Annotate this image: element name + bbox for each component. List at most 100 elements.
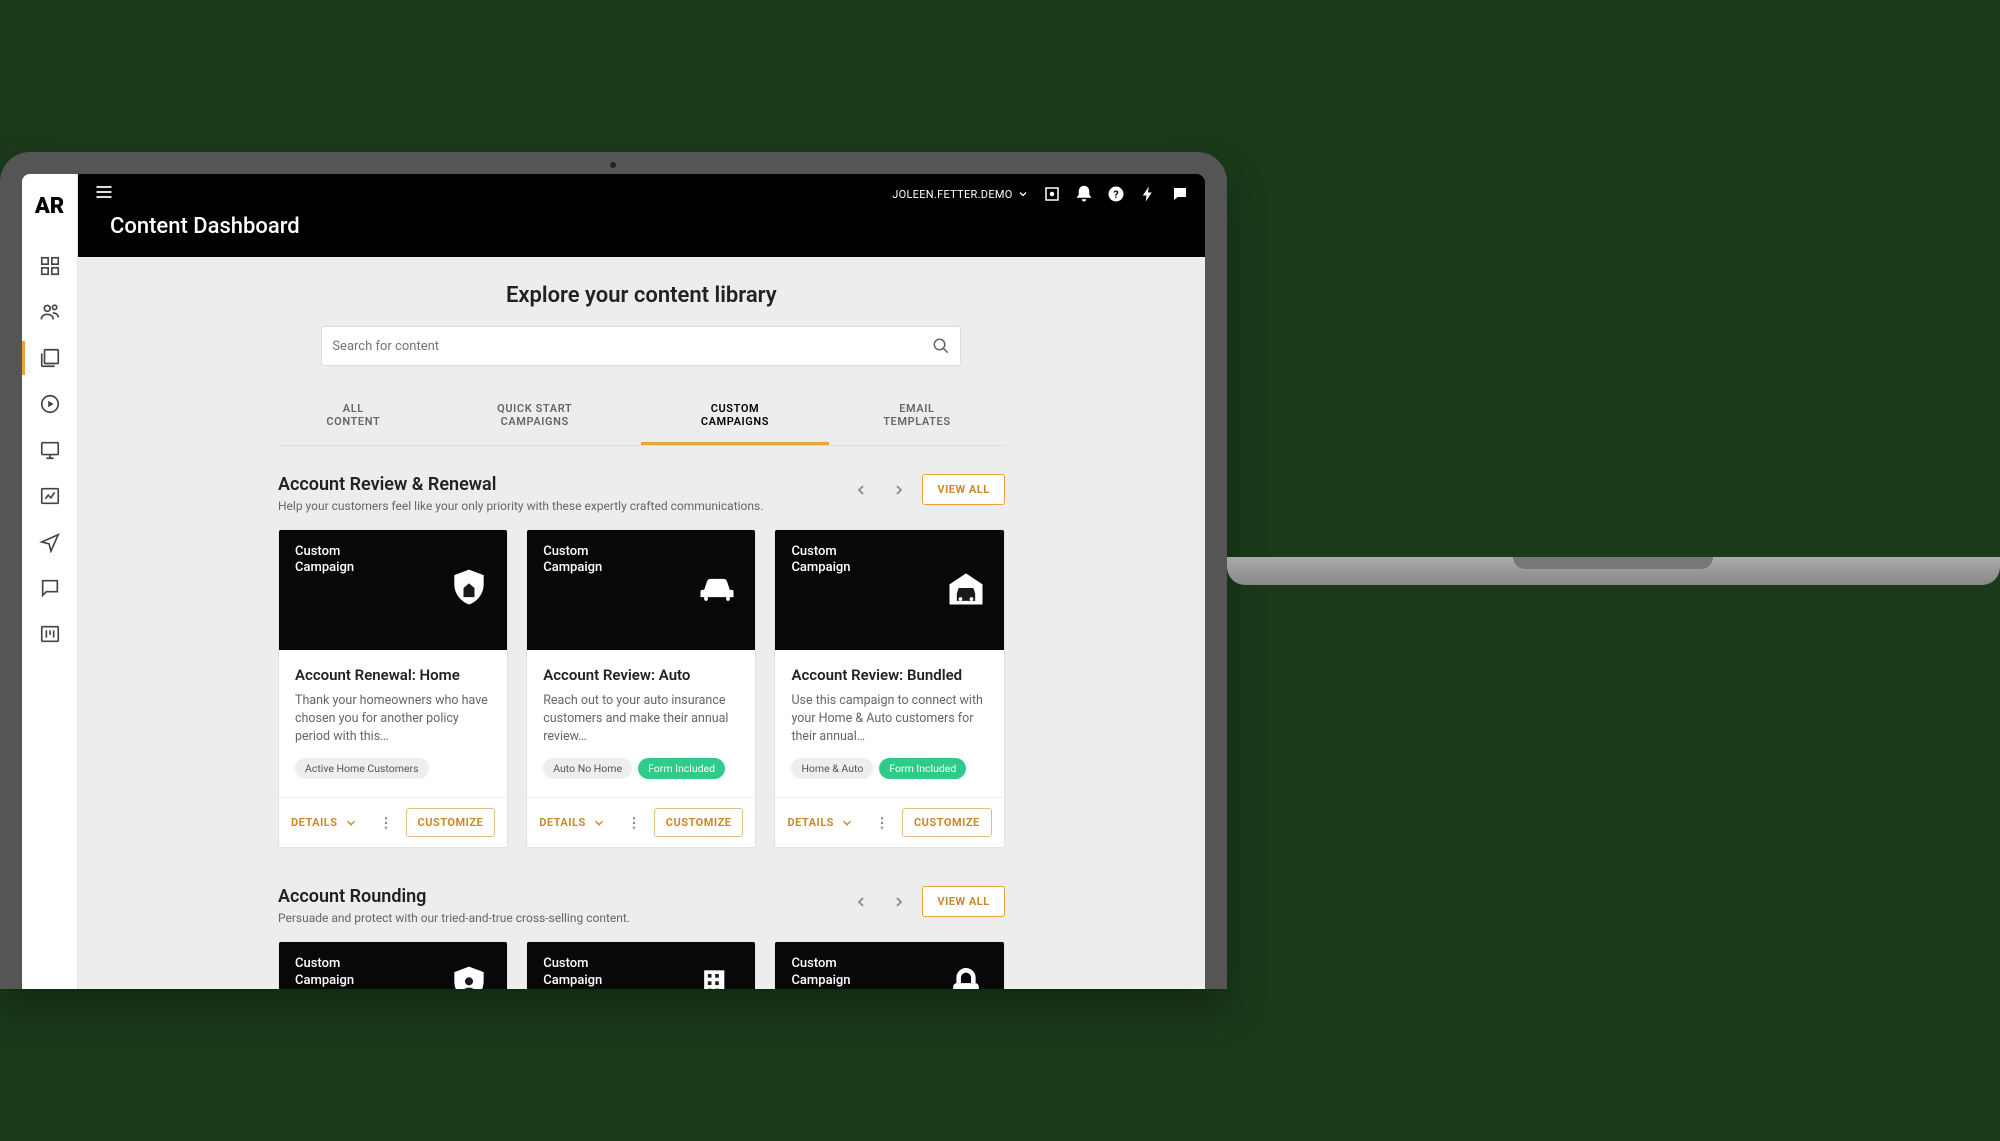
- campaign-card: Custom Campaign Account Review: Auto Rea…: [526, 529, 756, 848]
- card-desc: Thank your homeowners who have chosen yo…: [295, 692, 491, 746]
- customize-button[interactable]: CUSTOMIZE: [902, 808, 992, 837]
- card-hero: Custom Campaign: [775, 530, 1003, 650]
- card-type: Custom Campaign: [543, 956, 633, 989]
- laptop-camera: [610, 162, 616, 168]
- building-icon: [695, 963, 739, 989]
- monitor-icon: [39, 439, 61, 461]
- search-box[interactable]: [321, 326, 961, 366]
- send-icon: [39, 531, 61, 553]
- details-button[interactable]: DETAILS: [291, 816, 358, 830]
- nav-dashboard[interactable]: [22, 243, 78, 289]
- chevron-left-icon: [853, 482, 869, 498]
- laptop-notch: [1513, 557, 1713, 569]
- view-all-button[interactable]: VIEW ALL: [922, 886, 1004, 917]
- carousel-prev[interactable]: [846, 887, 876, 917]
- campaign-card: Custom Campaign: [774, 941, 1004, 989]
- chevron-down-icon: [344, 816, 358, 830]
- search-icon: [932, 337, 950, 355]
- menu-toggle[interactable]: [94, 182, 114, 206]
- card-type: Custom Campaign: [791, 956, 881, 989]
- section-subtitle: Help your customers feel like your only …: [278, 499, 826, 513]
- nav-board[interactable]: [22, 611, 78, 657]
- hero-title: Explore your content library: [78, 283, 1205, 308]
- grid-icon: [39, 255, 61, 277]
- left-sidebar: AR: [22, 174, 78, 989]
- customize-button[interactable]: CUSTOMIZE: [654, 808, 744, 837]
- user-menu[interactable]: JOLEEN.FETTER.DEMO: [892, 188, 1028, 201]
- app-logo: AR: [35, 174, 64, 243]
- content-scroll[interactable]: Explore your content library ALL CONTENT…: [78, 257, 1205, 989]
- card-tag: Auto No Home: [543, 758, 632, 779]
- card-more-button[interactable]: [374, 811, 398, 835]
- card-more-button[interactable]: [870, 811, 894, 835]
- nav-people[interactable]: [22, 289, 78, 335]
- card-more-button[interactable]: [622, 811, 646, 835]
- tab-all-content[interactable]: ALL CONTENT: [278, 388, 429, 445]
- campaign-card: Custom Campaign: [526, 941, 756, 989]
- chart-box-icon: [39, 485, 61, 507]
- nav-content[interactable]: [22, 335, 78, 381]
- help-circle-icon: ?: [1107, 185, 1125, 203]
- card-type: Custom Campaign: [791, 544, 881, 577]
- details-button[interactable]: DETAILS: [539, 816, 606, 830]
- card-desc: Use this campaign to connect with your H…: [791, 692, 987, 746]
- nav-chat[interactable]: [22, 565, 78, 611]
- carousel-next[interactable]: [884, 887, 914, 917]
- library-icon: [39, 347, 61, 369]
- view-all-button[interactable]: VIEW ALL: [922, 474, 1004, 505]
- hero: Explore your content library ALL CONTENT…: [78, 257, 1205, 446]
- bell-icon: [1075, 185, 1093, 203]
- card-tag: Active Home Customers: [295, 758, 429, 779]
- more-vertical-icon: [626, 815, 642, 831]
- help-button[interactable]: ?: [1107, 185, 1125, 203]
- section-title: Account Review & Renewal: [278, 474, 826, 495]
- chevron-down-icon: [1017, 188, 1029, 200]
- chevron-right-icon: [891, 894, 907, 910]
- card-type: Custom Campaign: [295, 956, 385, 989]
- chat-icon: [39, 577, 61, 599]
- card-hero: Custom Campaign: [527, 530, 755, 650]
- nav-send[interactable]: [22, 519, 78, 565]
- tab-email-templates[interactable]: EMAIL TEMPLATES: [829, 388, 1005, 445]
- more-vertical-icon: [378, 815, 394, 831]
- lock-icon: [944, 963, 988, 989]
- main-area: JOLEEN.FETTER.DEMO ? Content Dashboard E…: [78, 174, 1205, 989]
- page-title: Content Dashboard: [78, 214, 1205, 257]
- nav-analytics[interactable]: [22, 473, 78, 519]
- svg-text:?: ?: [1113, 188, 1118, 201]
- card-hero: Custom Campaign: [527, 942, 755, 989]
- customize-button[interactable]: CUSTOMIZE: [406, 808, 496, 837]
- nav-display[interactable]: [22, 427, 78, 473]
- section-subtitle: Persuade and protect with our tried-and-…: [278, 911, 826, 925]
- tab-quick-start[interactable]: QUICK START CAMPAIGNS: [429, 388, 641, 445]
- chevron-left-icon: [853, 894, 869, 910]
- campaign-card: Custom Campaign Account Review: Bundled …: [774, 529, 1004, 848]
- section-account-rounding: Account Rounding Persuade and protect wi…: [78, 858, 1205, 989]
- shield-person-icon: [447, 963, 491, 989]
- more-vertical-icon: [874, 815, 890, 831]
- card-tag: Home & Auto: [791, 758, 873, 779]
- user-name: JOLEEN.FETTER.DEMO: [892, 188, 1012, 201]
- capture-icon: [1043, 185, 1061, 203]
- speech-icon: [1171, 185, 1189, 203]
- card-tag: Form Included: [638, 758, 725, 779]
- card-hero: Custom Campaign: [279, 530, 507, 650]
- card-hero: Custom Campaign: [775, 942, 1003, 989]
- lightning-button[interactable]: [1139, 185, 1157, 203]
- people-icon: [39, 301, 61, 323]
- screenshot-button[interactable]: [1043, 185, 1061, 203]
- card-tag: Form Included: [879, 758, 966, 779]
- card-title: Account Renewal: Home: [295, 666, 491, 684]
- car-icon: [695, 566, 739, 614]
- section-account-review: Account Review & Renewal Help your custo…: [78, 446, 1205, 858]
- tab-custom-campaigns[interactable]: CUSTOM CAMPAIGNS: [641, 388, 829, 445]
- details-button[interactable]: DETAILS: [787, 816, 854, 830]
- chevron-down-icon: [592, 816, 606, 830]
- search-input[interactable]: [332, 339, 932, 354]
- lightning-icon: [1139, 185, 1157, 203]
- nav-play[interactable]: [22, 381, 78, 427]
- carousel-prev[interactable]: [846, 475, 876, 505]
- messages-button[interactable]: [1171, 185, 1189, 203]
- carousel-next[interactable]: [884, 475, 914, 505]
- notifications-button[interactable]: [1075, 185, 1093, 203]
